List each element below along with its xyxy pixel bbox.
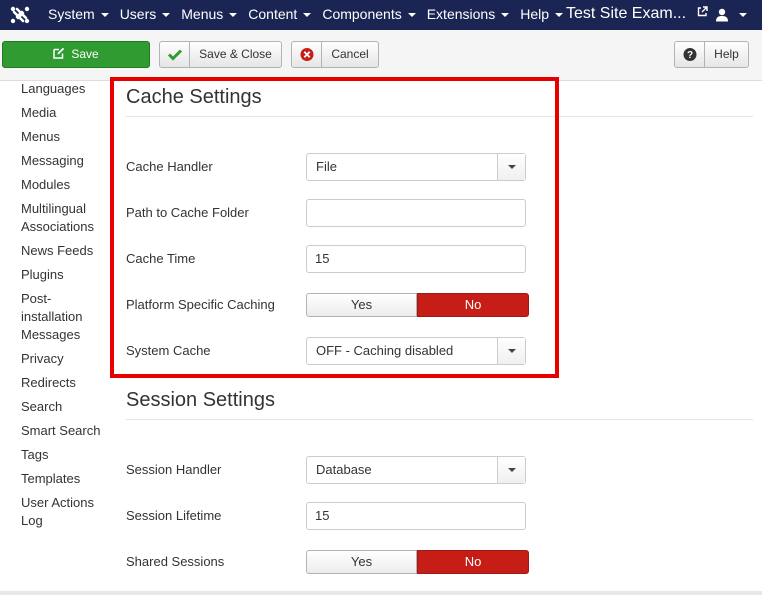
session-handler-label: Session Handler [126,462,222,477]
sidebar-item-tags[interactable]: Tags [21,446,111,464]
question-icon: ? [683,48,697,61]
caret-down-icon [229,13,238,18]
caret-down-icon [501,13,510,18]
external-link-icon [697,6,708,17]
caret-down-icon [303,13,312,18]
platform-caching-label: Platform Specific Caching [126,297,275,312]
cache-handler-value: File [316,159,337,174]
save-close-label: Save & Close [199,47,272,61]
session-handler-select[interactable]: Database [306,456,526,484]
cache-path-input[interactable] [306,199,526,227]
menu-menus[interactable]: Menus [181,0,248,30]
system-cache-select[interactable]: OFF - Caching disabled [306,337,526,365]
menu-content[interactable]: Content [248,0,322,30]
menu-label: Menus [181,6,224,22]
menu-system[interactable]: System [48,0,120,30]
caret-down-icon [100,13,109,18]
session-lifetime-input[interactable]: 15 [306,502,526,530]
cache-settings-title: Cache Settings [126,86,262,108]
menu-label: Content [248,6,298,22]
chevron-down-icon [497,338,525,364]
menu-components[interactable]: Components [322,0,426,30]
shared-sessions-yes[interactable]: Yes [306,550,417,574]
menu-label: System [48,6,95,22]
shared-sessions-no[interactable]: No [417,550,529,574]
sidebar-item-search[interactable]: Search [21,398,111,416]
sidebar-item-multilingual-associations[interactable]: Multilingual Associations [21,200,111,236]
cache-time-input[interactable]: 15 [306,245,526,273]
caret-down-icon [555,13,563,18]
cancel-label: Cancel [331,47,369,61]
check-icon [167,49,183,61]
toolbar: Save Save & Close Cancel ? Help [0,30,762,81]
cache-handler-select[interactable]: File [306,153,526,181]
cancel-icon-cell [292,42,322,67]
sidebar: Languages Media Menus Messaging Modules … [21,80,111,536]
sidebar-item-user-actions-log[interactable]: User Actions Log [21,494,111,530]
platform-caching-no[interactable]: No [417,293,529,317]
menu-label: Users [119,6,157,22]
save-close-button[interactable]: Save & Close [159,41,282,68]
menu-extensions[interactable]: Extensions [427,0,520,30]
help-button[interactable]: ? Help [674,41,749,68]
svg-text:?: ? [687,50,693,61]
sidebar-item-modules[interactable]: Modules [21,176,111,194]
menu-label: Components [322,6,402,22]
session-settings-title: Session Settings [126,389,275,411]
edit-icon [53,47,65,59]
cancel-button[interactable]: Cancel [291,41,379,68]
platform-caching-yes[interactable]: Yes [306,293,417,317]
chevron-down-icon [497,457,525,483]
menu-users[interactable]: Users [120,0,182,30]
sidebar-item-messaging[interactable]: Messaging [21,152,111,170]
session-handler-value: Database [316,462,372,477]
help-icon-cell: ? [675,42,705,67]
cache-handler-label: Cache Handler [126,159,213,174]
menu-label: Extensions [426,6,496,22]
sidebar-item-post-installation-messages[interactable]: Post-installation Messages [21,290,111,344]
user-menu[interactable] [715,7,747,23]
top-navbar: System Users Menus Content Components Ex… [0,0,762,30]
save-button[interactable]: Save [2,41,150,68]
highlight-box [110,77,559,378]
sidebar-item-media[interactable]: Media [21,104,111,122]
site-link[interactable]: Test Site Exam... [566,0,708,28]
sidebar-item-plugins[interactable]: Plugins [21,266,111,284]
sidebar-item-languages[interactable]: Languages [21,80,111,98]
chevron-down-icon [497,154,525,180]
sidebar-item-smart-search[interactable]: Smart Search [21,422,111,440]
shared-sessions-label: Shared Sessions [126,554,225,569]
menu-label: Help [520,6,549,22]
caret-down-icon [162,13,171,18]
system-cache-label: System Cache [126,343,211,358]
save-label: Save [71,47,99,61]
sidebar-item-redirects[interactable]: Redirects [21,374,111,392]
check-icon-cell [160,42,190,67]
user-icon [716,8,728,22]
bottom-border [0,591,762,595]
caret-down-icon [407,13,416,18]
section-divider [126,419,753,420]
help-label: Help [714,47,739,61]
cancel-circle-icon [300,48,314,61]
sidebar-item-templates[interactable]: Templates [21,470,111,488]
cache-time-label: Cache Time [126,251,196,266]
sidebar-item-menus[interactable]: Menus [21,128,111,146]
sidebar-item-news-feeds[interactable]: News Feeds [21,242,111,260]
cache-path-label: Path to Cache Folder [126,205,249,220]
session-lifetime-label: Session Lifetime [126,508,222,523]
sidebar-item-privacy[interactable]: Privacy [21,350,111,368]
system-cache-value: OFF - Caching disabled [316,343,454,358]
caret-down-icon [739,13,747,17]
section-divider [126,116,753,117]
shared-sessions-toggle: Yes No [306,550,529,574]
site-name: Test Site Exam... [566,5,687,22]
platform-caching-toggle: Yes No [306,293,529,317]
main-menu: System Users Menus Content Components Ex… [48,0,574,30]
joomla-logo-icon[interactable] [9,4,31,26]
